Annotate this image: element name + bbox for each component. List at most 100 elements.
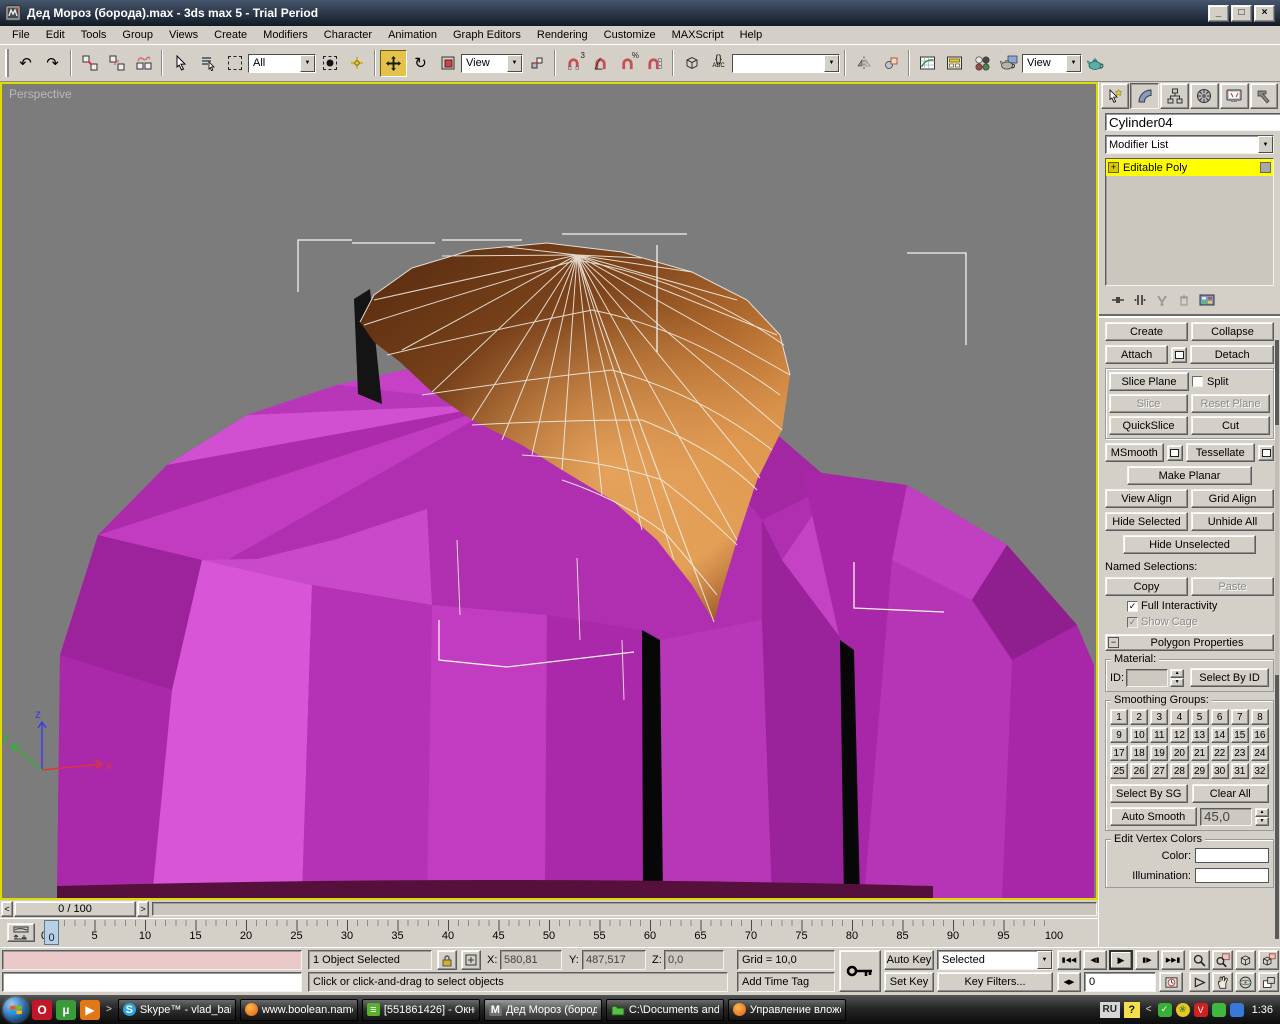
taskbar-button-firefox[interactable]: www.boolean.name ... bbox=[240, 999, 358, 1021]
quickslice-button[interactable]: QuickSlice bbox=[1109, 416, 1188, 435]
sg-button[interactable]: 19 bbox=[1150, 745, 1168, 761]
undo-button[interactable]: ↶ bbox=[12, 50, 39, 77]
taskbar-button-3dsmax[interactable]: M Дед Мороз (борода... bbox=[484, 999, 602, 1021]
msmooth-button[interactable]: MSmooth bbox=[1105, 443, 1164, 462]
sg-button[interactable]: 14 bbox=[1211, 727, 1229, 743]
taskbar-button-firefox-2[interactable]: Управление вложе... bbox=[728, 999, 846, 1021]
quicklaunch-opera-icon[interactable]: O bbox=[32, 1000, 52, 1020]
sg-button[interactable]: 6 bbox=[1211, 709, 1229, 725]
chevron-down-icon[interactable]: ▼ bbox=[1066, 55, 1081, 72]
set-keys-button[interactable] bbox=[839, 950, 881, 992]
modifier-list-dropdown[interactable]: Modifier List ▼ bbox=[1105, 135, 1274, 154]
named-selection-dropdown[interactable]: ▼ bbox=[732, 54, 840, 73]
z-coordinate-field[interactable]: 0,0 bbox=[664, 950, 724, 970]
view-align-button[interactable]: View Align bbox=[1105, 489, 1188, 508]
tab-create[interactable] bbox=[1101, 83, 1130, 109]
icq-flower-tray-icon[interactable]: ❀ bbox=[1176, 1003, 1190, 1017]
panel-scrollbar[interactable] bbox=[1275, 340, 1279, 939]
auto-key-button[interactable]: Auto Key bbox=[884, 950, 934, 970]
angle-snap-button[interactable] bbox=[587, 50, 614, 77]
tessellate-settings-button[interactable] bbox=[1258, 445, 1274, 461]
chevron-down-icon[interactable]: ▼ bbox=[1037, 951, 1052, 969]
tab-utilities[interactable] bbox=[1250, 83, 1279, 109]
chevron-down-icon[interactable]: ▼ bbox=[300, 55, 315, 72]
spinner-up-icon[interactable]: ▲ bbox=[1255, 808, 1269, 817]
remove-modifier-icon[interactable] bbox=[1177, 293, 1191, 307]
curve-editor-button[interactable] bbox=[914, 50, 941, 77]
expand-icon[interactable]: + bbox=[1108, 162, 1119, 173]
menu-customize[interactable]: Customize bbox=[596, 28, 664, 42]
modifier-stack[interactable]: + Editable Poly bbox=[1105, 158, 1274, 286]
tab-motion[interactable] bbox=[1190, 83, 1219, 109]
taskbar-button-icq[interactable]: ≡ [551861426] - Окно... bbox=[362, 999, 480, 1021]
auto-smooth-button[interactable]: Auto Smooth bbox=[1110, 807, 1197, 826]
tab-modify[interactable] bbox=[1130, 83, 1159, 109]
maximize-button[interactable]: □ bbox=[1231, 5, 1252, 22]
sg-button[interactable]: 5 bbox=[1191, 709, 1209, 725]
auto-smooth-threshold-field[interactable] bbox=[1200, 808, 1252, 826]
msmooth-settings-button[interactable] bbox=[1167, 445, 1183, 461]
quicklaunch-media-player-icon[interactable]: ▶ bbox=[80, 1000, 100, 1020]
material-editor-button[interactable] bbox=[968, 50, 995, 77]
auto-smooth-spinner[interactable]: ▲ ▼ bbox=[1255, 808, 1269, 826]
sg-button[interactable]: 25 bbox=[1110, 763, 1128, 779]
y-coordinate-field[interactable]: 487,517 bbox=[582, 950, 646, 970]
sg-button[interactable]: 23 bbox=[1231, 745, 1249, 761]
zoom-extents-all-button[interactable] bbox=[1258, 950, 1279, 970]
minimize-button[interactable]: _ bbox=[1208, 5, 1229, 22]
messenger-tray-icon[interactable] bbox=[1230, 1003, 1244, 1017]
split-checkbox[interactable] bbox=[1192, 376, 1203, 387]
sg-button[interactable]: 18 bbox=[1130, 745, 1148, 761]
chevron-down-icon[interactable]: ▼ bbox=[1258, 136, 1273, 153]
maxscript-mini-listener[interactable] bbox=[2, 972, 302, 992]
chevron-down-icon[interactable]: ▼ bbox=[824, 55, 839, 72]
id-spinner[interactable]: ▲ ▼ bbox=[1170, 669, 1184, 687]
next-frame-button[interactable]: ▮▶ bbox=[1135, 950, 1159, 970]
sg-button[interactable]: 28 bbox=[1170, 763, 1188, 779]
stack-onoff-icon[interactable] bbox=[1260, 162, 1271, 173]
grid-align-button[interactable]: Grid Align bbox=[1191, 489, 1274, 508]
maxscript-mini-listener-macro[interactable] bbox=[2, 950, 302, 970]
sg-button[interactable]: 3 bbox=[1150, 709, 1168, 725]
sg-button[interactable]: 8 bbox=[1251, 709, 1269, 725]
select-and-scale-button[interactable] bbox=[434, 50, 461, 77]
unlink-selection-button[interactable] bbox=[103, 50, 130, 77]
green-tray-icon[interactable] bbox=[1212, 1003, 1226, 1017]
antivirus-tray-icon[interactable]: ✓ bbox=[1158, 1003, 1172, 1017]
menu-create[interactable]: Create bbox=[206, 28, 255, 42]
sg-button[interactable]: 29 bbox=[1191, 763, 1209, 779]
selection-filter-dropdown[interactable]: All ▼ bbox=[248, 54, 316, 73]
sg-button[interactable]: 17 bbox=[1110, 745, 1128, 761]
configure-modifier-sets-icon[interactable] bbox=[1199, 293, 1215, 307]
render-scene-button[interactable] bbox=[995, 50, 1022, 77]
sg-button[interactable]: 15 bbox=[1231, 727, 1249, 743]
reference-coordinate-system-dropdown[interactable]: View ▼ bbox=[461, 54, 523, 73]
absolute-offset-toggle-button[interactable] bbox=[461, 950, 481, 970]
object-name-field[interactable] bbox=[1105, 113, 1280, 131]
percent-snap-button[interactable]: % bbox=[614, 50, 641, 77]
full-interactivity-checkbox[interactable]: ✓ bbox=[1127, 601, 1138, 612]
quick-render-button[interactable] bbox=[1082, 50, 1109, 77]
sg-button[interactable]: 22 bbox=[1211, 745, 1229, 761]
sg-button[interactable]: 13 bbox=[1191, 727, 1209, 743]
hide-selected-button[interactable]: Hide Selected bbox=[1105, 512, 1188, 531]
sg-button[interactable]: 32 bbox=[1251, 763, 1269, 779]
go-to-end-button[interactable]: ▶▶▮ bbox=[1161, 950, 1185, 970]
start-button[interactable] bbox=[3, 997, 28, 1022]
time-configuration-button[interactable] bbox=[1159, 972, 1183, 992]
toolbar-grip[interactable] bbox=[5, 49, 9, 77]
select-by-name-button[interactable] bbox=[194, 50, 221, 77]
collapse-button[interactable]: Collapse bbox=[1191, 322, 1274, 341]
named-selection-sets-button[interactable] bbox=[678, 50, 705, 77]
zoom-all-button[interactable] bbox=[1212, 950, 1233, 970]
sg-button[interactable]: 27 bbox=[1150, 763, 1168, 779]
sg-button[interactable]: 16 bbox=[1251, 727, 1269, 743]
render-type-dropdown[interactable]: View ▼ bbox=[1022, 54, 1082, 73]
taskbar-button-skype[interactable]: S Skype™ - vlad_bait bbox=[118, 999, 236, 1021]
perspective-viewport[interactable]: z x y Perspective bbox=[0, 82, 1098, 900]
select-object-button[interactable] bbox=[167, 50, 194, 77]
cut-button[interactable]: Cut bbox=[1191, 416, 1270, 435]
arc-rotate-button[interactable] bbox=[1235, 972, 1256, 992]
menu-tools[interactable]: Tools bbox=[73, 28, 115, 42]
taskbar-button-explorer[interactable]: C:\Documents and S... bbox=[606, 999, 724, 1021]
